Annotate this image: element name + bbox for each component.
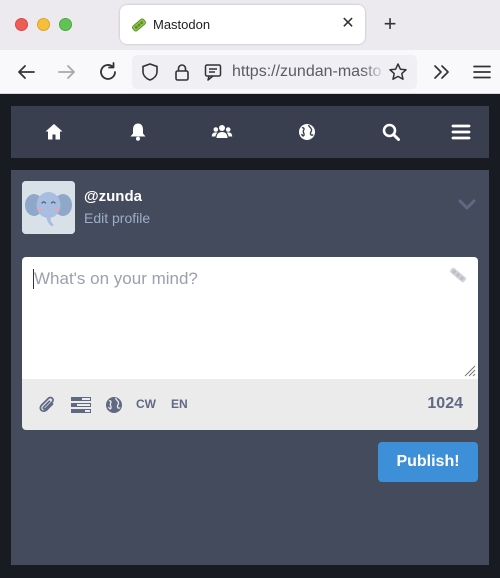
search-icon[interactable] xyxy=(380,121,402,143)
emoji-picker-icon[interactable] xyxy=(446,263,470,287)
bars-icon[interactable] xyxy=(450,121,472,143)
visibility-globe-icon[interactable] xyxy=(104,395,124,415)
text-caret xyxy=(33,269,34,289)
tab-title: Mastodon xyxy=(153,17,211,32)
elephant-avatar-icon xyxy=(22,181,75,234)
url-fade xyxy=(362,55,386,89)
url-bar[interactable]: https://zundan-masto xyxy=(132,55,417,89)
new-tab-button[interactable]: + xyxy=(379,13,401,35)
globe-icon[interactable] xyxy=(296,121,318,143)
language-button[interactable]: EN xyxy=(171,397,188,411)
character-counter: 1024 xyxy=(427,395,463,412)
users-icon[interactable] xyxy=(211,121,233,143)
back-arrow-icon[interactable] xyxy=(14,60,38,84)
compose-placeholder: What's on your mind? xyxy=(34,269,198,288)
lock-icon[interactable] xyxy=(172,62,192,82)
hamburger-menu-icon[interactable] xyxy=(470,60,494,84)
compose-toolbar: CW EN 1024 xyxy=(22,379,478,430)
minimize-window-button[interactable] xyxy=(37,18,50,31)
forward-arrow-icon[interactable] xyxy=(55,60,79,84)
overflow-chevrons-icon[interactable] xyxy=(430,60,454,84)
chevron-down-icon[interactable] xyxy=(457,198,477,212)
avatar[interactable] xyxy=(22,181,75,234)
browser-navbar: https://zundan-masto xyxy=(0,50,500,94)
poll-icon[interactable] xyxy=(70,395,92,415)
browser-tab[interactable]: Mastodon ✕ xyxy=(120,5,365,44)
account-username[interactable]: @zunda xyxy=(84,188,142,205)
bookmark-star-icon[interactable] xyxy=(388,62,408,82)
shield-icon[interactable] xyxy=(140,62,160,82)
edit-profile-link[interactable]: Edit profile xyxy=(84,210,150,226)
url-text[interactable]: https://zundan-masto xyxy=(232,63,381,81)
reader-view-icon[interactable] xyxy=(203,62,223,82)
compose-panel: @zunda Edit profile What's on your mind? xyxy=(11,170,489,565)
publish-button[interactable]: Publish! xyxy=(378,442,478,482)
app-navigation-bar xyxy=(11,106,489,158)
paperclip-icon[interactable] xyxy=(38,395,58,415)
bell-icon[interactable] xyxy=(127,121,149,143)
mastodon-app: @zunda Edit profile What's on your mind? xyxy=(0,95,500,578)
content-warning-button[interactable]: CW xyxy=(136,397,156,411)
compose-textarea[interactable]: What's on your mind? xyxy=(22,257,478,379)
zoom-window-button[interactable] xyxy=(59,18,72,31)
reload-icon[interactable] xyxy=(96,60,120,84)
mastodon-favicon-icon xyxy=(132,18,146,32)
resize-handle-icon[interactable] xyxy=(462,363,476,377)
browser-titlebar: Mastodon ✕ + xyxy=(0,0,500,50)
home-icon[interactable] xyxy=(43,121,65,143)
tab-close-icon[interactable]: ✕ xyxy=(339,15,357,33)
close-window-button[interactable] xyxy=(15,18,28,31)
